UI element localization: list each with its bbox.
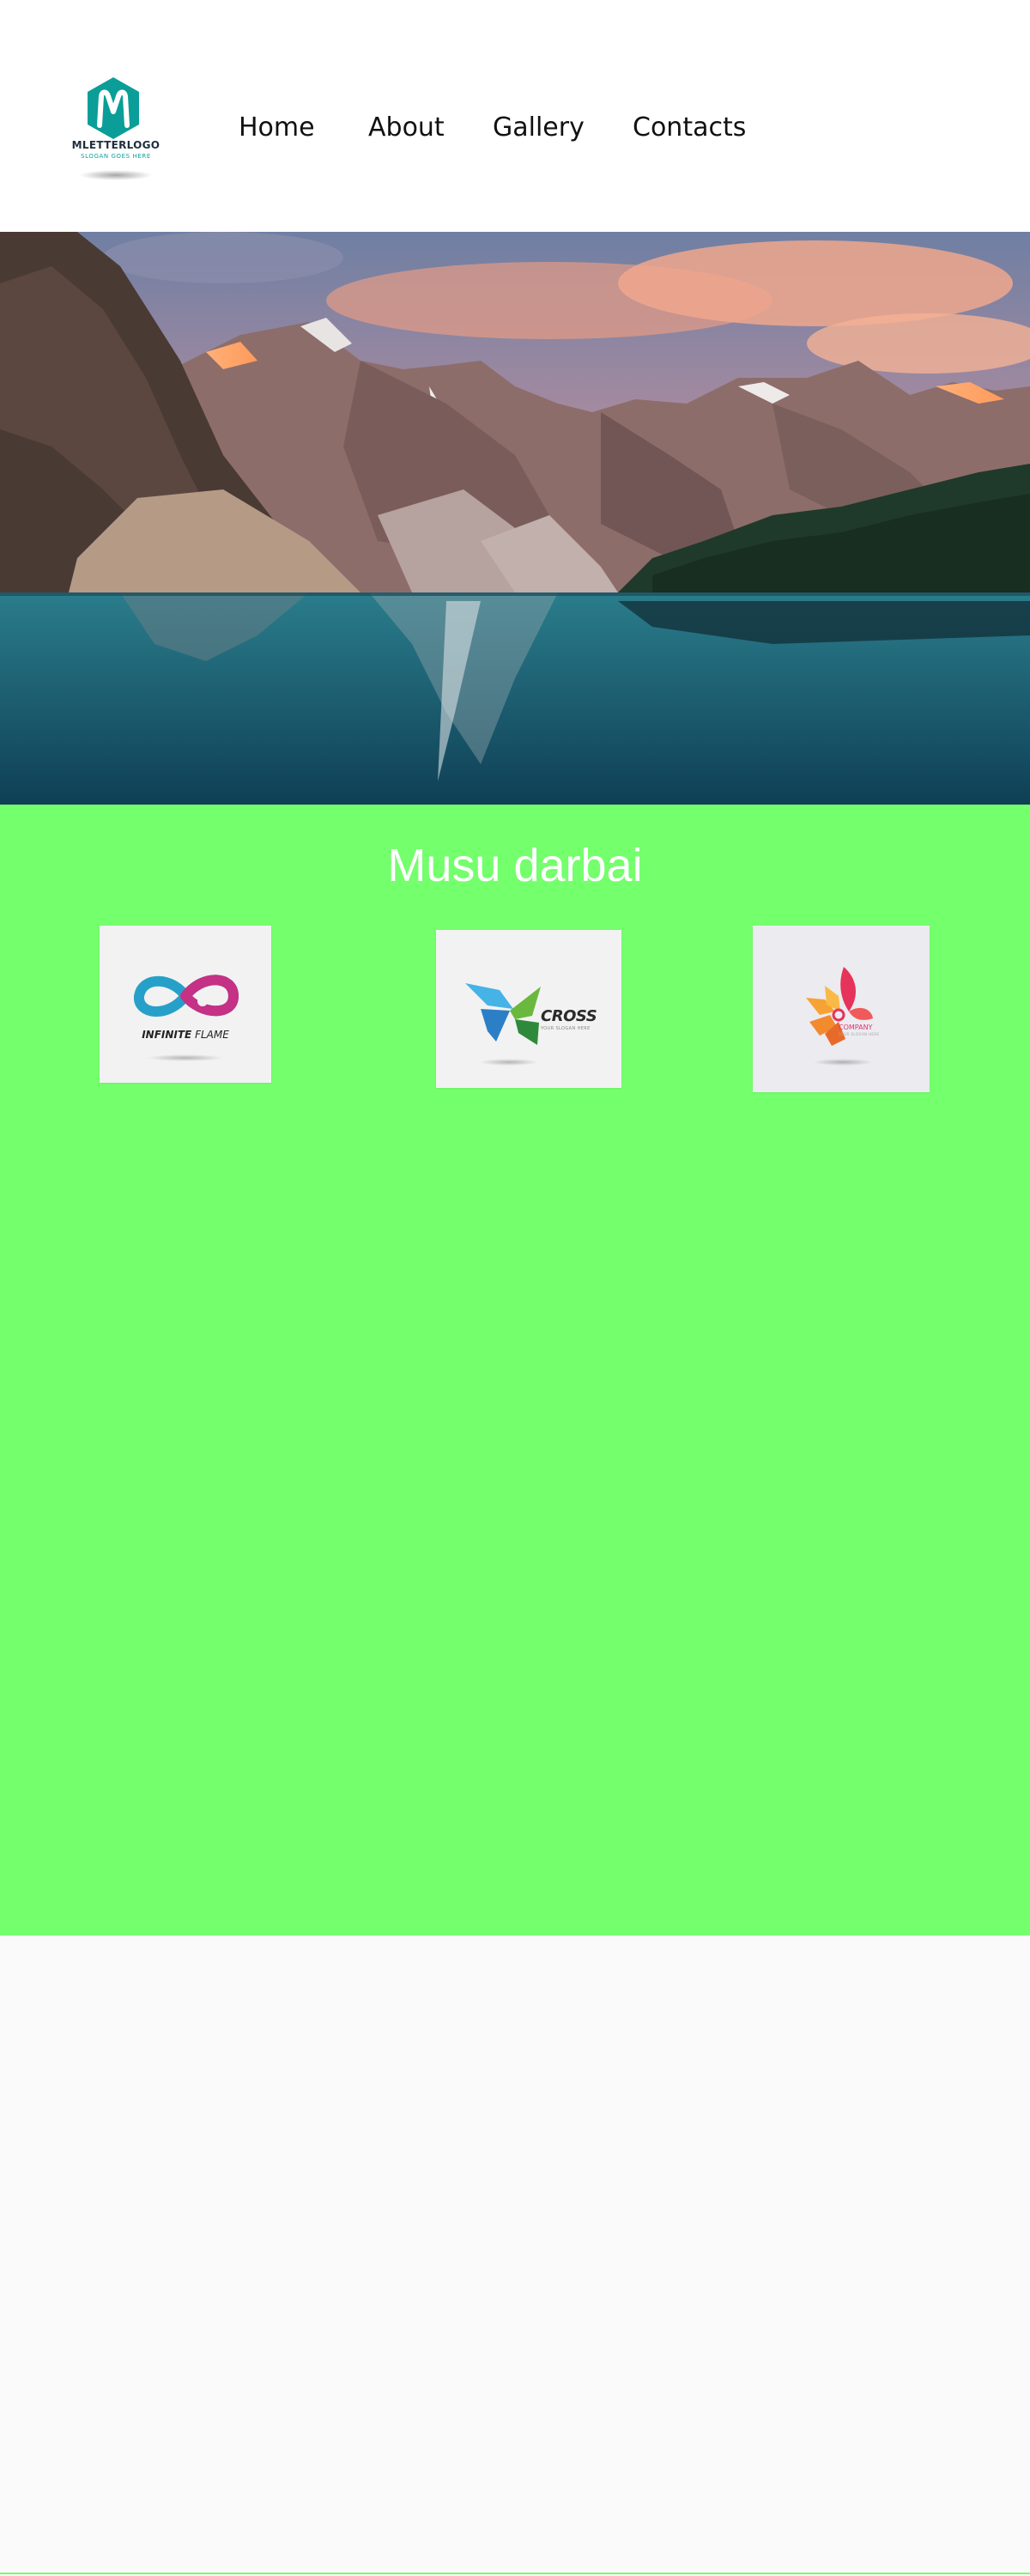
m-letter-hexagon-logo-icon [88, 77, 139, 139]
phoenix-company-logo-icon [806, 967, 873, 1046]
logo-name: MLETTERLOGO [71, 139, 161, 151]
site-header: MLETTERLOGO SLOGAN GOES HERE Home About … [0, 0, 1030, 232]
nav-gallery[interactable]: Gallery [493, 108, 585, 148]
card-label: CROSS [541, 1007, 597, 1025]
logo-shadow [79, 170, 153, 180]
card-shadow [813, 1059, 873, 1066]
work-card-cross[interactable]: CROSS YOUR SLOGAN HERE [436, 930, 621, 1088]
card-label: COMPANY [839, 1024, 873, 1031]
mountain-lake-landscape-image [0, 232, 1030, 805]
card-shadow [479, 1059, 539, 1066]
work-card-company[interactable]: COMPANY YOUR SLOGAN HERE [753, 926, 930, 1092]
section-title: Musu darbai [387, 840, 643, 891]
site-logo[interactable]: MLETTERLOGO SLOGAN GOES HERE [52, 69, 180, 189]
card-tagline: YOUR SLOGAN HERE [839, 1032, 880, 1036]
nav-home[interactable]: Home [239, 108, 315, 148]
nav-about[interactable]: About [368, 108, 445, 148]
work-card-infinite-flame[interactable]: INFINITE FLAME [100, 926, 271, 1083]
card-label: INFINITE FLAME [142, 1029, 229, 1041]
card-tagline: YOUR SLOGAN HERE [541, 1026, 591, 1031]
nav-contacts[interactable]: Contacts [633, 108, 746, 148]
card-shadow [147, 1054, 224, 1061]
logo-slogan: SLOGAN GOES HERE [81, 153, 151, 160]
footer-accent-line [0, 2573, 1030, 2574]
hero-banner [0, 232, 1030, 805]
work-section: Musu darbai INFINITE FLAME CROSS YOUR SL… [0, 805, 1030, 1935]
site-footer [0, 1935, 1030, 2576]
